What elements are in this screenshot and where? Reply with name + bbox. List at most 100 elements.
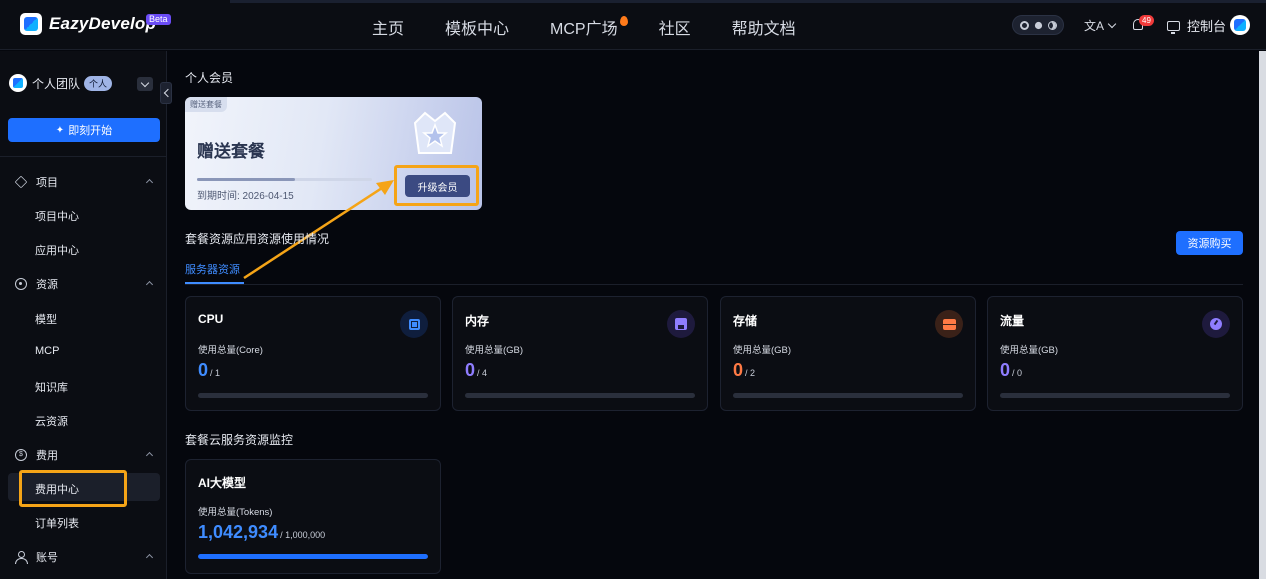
resource-card-memory: 内存 使用总量(GB) 0/ 4: [452, 296, 708, 411]
nav-docs[interactable]: 帮助文档: [732, 15, 796, 39]
moon-icon[interactable]: [1047, 20, 1057, 30]
usage-bar: [198, 393, 428, 398]
card-value: 0/ 4: [465, 360, 487, 381]
console-button[interactable]: 控制台: [1167, 16, 1226, 35]
card-value-number: 1,042,934: [198, 522, 279, 542]
sun-icon[interactable]: [1034, 21, 1042, 29]
sidebar-group-billing[interactable]: $ 费用: [15, 447, 58, 463]
group-label: 账号: [36, 552, 58, 564]
card-label: 使用总量(GB): [733, 345, 792, 356]
nav-home[interactable]: 主页: [372, 15, 404, 39]
resource-card-storage: 存储 使用总量(GB) 0/ 2: [720, 296, 976, 411]
chevron-up-icon[interactable]: [145, 280, 154, 289]
highlight-box-billing: [19, 470, 127, 507]
ai-model-card: AI大模型 使用总量(Tokens) 1,042,934/ 1,000,000: [185, 459, 441, 574]
sidebar-group-resources[interactable]: 资源: [15, 276, 58, 292]
sidebar-item-mcp[interactable]: MCP: [35, 345, 59, 357]
nav-community[interactable]: 社区: [659, 15, 691, 39]
card-label: 使用总量(Core): [198, 345, 263, 356]
card-title: 内存: [465, 314, 490, 328]
theme-toggle[interactable]: [1012, 15, 1064, 35]
team-tag: 个人: [84, 75, 113, 91]
logo-icon: [20, 13, 42, 35]
tab-server-resources[interactable]: 服务器资源: [185, 261, 240, 277]
sidebar-item-knowledge[interactable]: 知识库: [35, 379, 68, 395]
cpu-icon: [400, 310, 428, 338]
sidebar-item-cloud[interactable]: 云资源: [35, 413, 68, 429]
membership-title: 个人会员: [185, 71, 234, 85]
card-title: 流量: [1000, 314, 1025, 328]
usage-bar: [733, 393, 963, 398]
storage-icon: [935, 310, 963, 338]
expiry-date: 到期时间: 2026-04-15: [197, 191, 294, 202]
usage-bar: [1000, 393, 1230, 398]
language-switch[interactable]: 文A: [1084, 17, 1117, 34]
card-value-number: 0: [733, 360, 744, 380]
usage-bar-fill: [198, 554, 428, 559]
nav-mcp[interactable]: MCP广场: [550, 15, 628, 39]
card-total: / 1: [210, 368, 221, 378]
card-title: AI大模型: [198, 476, 247, 490]
main-nav: 主页 模板中心 MCP广场 社区 帮助文档: [372, 15, 837, 39]
chevron-up-icon[interactable]: [145, 553, 154, 562]
monitor-title: 套餐云服务资源监控: [185, 433, 294, 447]
nav-mcp-label: MCP广场: [550, 21, 618, 38]
atom-icon: [15, 278, 27, 290]
start-button[interactable]: ✦ 即刻开始: [8, 118, 160, 142]
sidebar-collapse-button[interactable]: [160, 82, 172, 104]
sidebar-item-orders[interactable]: 订单列表: [35, 515, 79, 531]
sidebar-group-account[interactable]: 账号: [15, 549, 58, 565]
buy-resources-button[interactable]: 资源购买: [1176, 231, 1243, 255]
card-value: 0/ 1: [198, 360, 220, 381]
top-strip: [230, 0, 1266, 3]
team-switcher[interactable]: 个人团队 个人: [9, 74, 113, 92]
plan-name: 赠送套餐: [197, 142, 265, 161]
card-value-number: 0: [1000, 360, 1011, 380]
sidebar-group-project[interactable]: 项目: [14, 174, 58, 190]
chevron-up-icon[interactable]: [145, 451, 154, 460]
team-dropdown-button[interactable]: [137, 77, 153, 91]
monitor-icon: [1167, 20, 1180, 34]
card-value-number: 0: [198, 360, 209, 380]
card-label: 使用总量(GB): [465, 345, 524, 356]
usage-bar: [465, 393, 695, 398]
resource-card-traffic: 流量 使用总量(GB) 0/ 0: [987, 296, 1243, 411]
usage-bar: [198, 554, 428, 559]
card-value: 0/ 0: [1000, 360, 1022, 381]
scrollbar-track[interactable]: [1259, 51, 1266, 579]
card-title: 存储: [733, 314, 758, 328]
user-avatar[interactable]: [1230, 15, 1250, 35]
logo[interactable]: EazyDevelop: [20, 13, 156, 35]
card-value: 0/ 2: [733, 360, 755, 381]
user-icon: [15, 551, 28, 564]
card-label: 使用总量(GB): [1000, 345, 1059, 356]
team-name: 个人团队: [32, 76, 81, 91]
card-value: 1,042,934/ 1,000,000: [198, 522, 325, 543]
top-bar: EazyDevelop Beta 主页 模板中心 MCP广场 社区 帮助文档 文…: [0, 0, 1266, 50]
layers-icon: [14, 175, 28, 189]
sidebar-item-models[interactable]: 模型: [35, 311, 57, 327]
card-title: CPU: [198, 312, 224, 326]
sidebar-item-app-center[interactable]: 应用中心: [35, 242, 79, 258]
resource-card-cpu: CPU 使用总量(Core) 0/ 1: [185, 296, 441, 411]
chevron-down-icon: [1107, 19, 1117, 29]
nav-templates[interactable]: 模板中心: [445, 15, 509, 39]
console-label: 控制台: [1187, 19, 1227, 34]
highlight-box-upgrade: [394, 165, 479, 206]
card-total: / 4: [477, 368, 488, 378]
card-value-number: 0: [465, 360, 476, 380]
sidebar-divider: [0, 156, 166, 157]
memory-icon: [667, 310, 695, 338]
membership-progress: [197, 178, 372, 181]
card-total: / 1,000,000: [280, 530, 326, 540]
plan-tag: 赠送套餐: [185, 97, 227, 112]
chevron-up-icon[interactable]: [145, 178, 154, 187]
group-label: 资源: [36, 279, 58, 291]
auto-theme-icon[interactable]: [1019, 20, 1029, 30]
fire-icon: [619, 16, 628, 26]
coin-icon: $: [15, 449, 27, 461]
sidebar-item-project-center[interactable]: 项目中心: [35, 208, 79, 224]
card-total: / 2: [745, 368, 756, 378]
crown-icon: [413, 111, 457, 154]
membership-progress-fill: [197, 178, 295, 181]
